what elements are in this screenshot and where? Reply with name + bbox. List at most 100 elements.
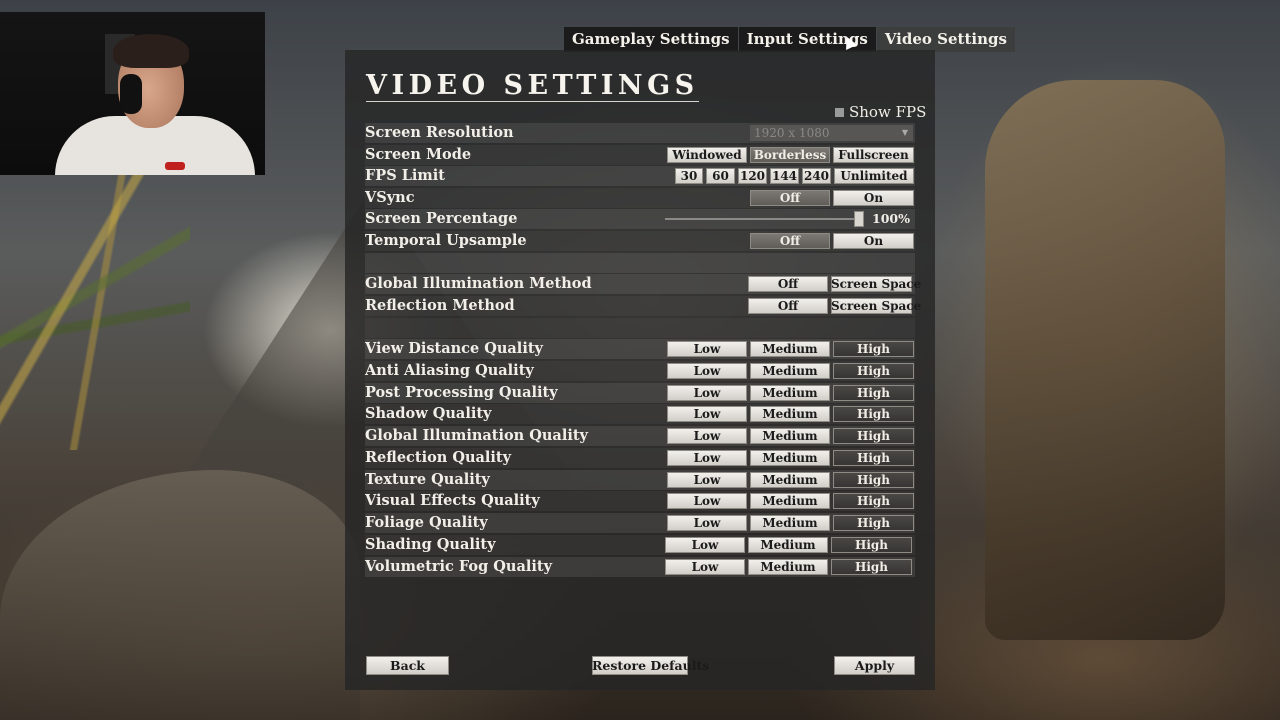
fps-limit-240-button[interactable]: 240 bbox=[802, 168, 831, 184]
screen-mode-fullscreen-button[interactable]: Fullscreen bbox=[833, 147, 914, 163]
shading-quality-high-button[interactable]: High bbox=[831, 537, 912, 553]
view-distance-quality-low-button[interactable]: Low bbox=[667, 341, 747, 357]
tab-video-settings[interactable]: Video Settings bbox=[876, 27, 1015, 52]
shading-quality-low-button[interactable]: Low bbox=[665, 537, 745, 553]
background-rock bbox=[0, 470, 360, 720]
reflection-quality-low-button[interactable]: Low bbox=[667, 450, 747, 466]
screen-percentage-label: Screen Percentage bbox=[365, 210, 518, 227]
row-volumetric-fog-quality: Volumetric Fog Quality Low Medium High bbox=[365, 557, 915, 577]
foliage-quality-label: Foliage Quality bbox=[365, 514, 488, 531]
back-button[interactable]: Back bbox=[366, 656, 449, 675]
foliage-quality-high-button[interactable]: High bbox=[833, 515, 914, 531]
screen-mode-label: Screen Mode bbox=[365, 146, 472, 163]
fps-limit-unlimited-button[interactable]: Unlimited bbox=[834, 168, 914, 184]
row-temporal-upsample: Temporal Upsample Off On bbox=[365, 231, 915, 251]
fps-limit-label: FPS Limit bbox=[365, 167, 445, 184]
row-visual-effects-quality: Visual Effects Quality Low Medium High bbox=[365, 491, 915, 511]
row-spacer bbox=[365, 253, 915, 273]
volumetric-fog-quality-low-button[interactable]: Low bbox=[665, 559, 745, 575]
row-screen-percentage: Screen Percentage 100% bbox=[365, 209, 915, 229]
vsync-on-button[interactable]: On bbox=[833, 190, 914, 206]
shadow-quality-low-button[interactable]: Low bbox=[667, 406, 747, 422]
reflection-quality-label: Reflection Quality bbox=[365, 449, 512, 466]
screen-resolution-value: 1920 x 1080 bbox=[754, 126, 830, 140]
shadow-quality-medium-button[interactable]: Medium bbox=[750, 406, 830, 422]
row-screen-mode: Screen Mode Windowed Borderless Fullscre… bbox=[365, 145, 915, 165]
apply-button[interactable]: Apply bbox=[834, 656, 915, 675]
visual-effects-quality-label: Visual Effects Quality bbox=[365, 492, 540, 509]
background-palm bbox=[0, 150, 190, 450]
screen-resolution-label: Screen Resolution bbox=[365, 124, 514, 141]
global-illumination-quality-label: Global Illumination Quality bbox=[365, 427, 588, 444]
show-fps-toggle[interactable]: Show FPS bbox=[835, 103, 926, 121]
global-illumination-quality-low-button[interactable]: Low bbox=[667, 428, 747, 444]
post-processing-quality-high-button[interactable]: High bbox=[833, 385, 914, 401]
row-view-distance-quality: View Distance Quality Low Medium High bbox=[365, 339, 915, 359]
fps-limit-30-button[interactable]: 30 bbox=[675, 168, 703, 184]
post-processing-quality-medium-button[interactable]: Medium bbox=[750, 385, 830, 401]
fps-limit-120-button[interactable]: 120 bbox=[738, 168, 767, 184]
row-shadow-quality: Shadow Quality Low Medium High bbox=[365, 404, 915, 424]
screen-percentage-slider[interactable] bbox=[665, 218, 860, 220]
reflection-quality-high-button[interactable]: High bbox=[833, 450, 914, 466]
global-illumination-quality-medium-button[interactable]: Medium bbox=[750, 428, 830, 444]
shading-quality-medium-button[interactable]: Medium bbox=[748, 537, 828, 553]
foliage-quality-medium-button[interactable]: Medium bbox=[750, 515, 830, 531]
volumetric-fog-quality-high-button[interactable]: High bbox=[831, 559, 912, 575]
screen-mode-windowed-button[interactable]: Windowed bbox=[667, 147, 747, 163]
view-distance-quality-high-button[interactable]: High bbox=[833, 341, 914, 357]
webcam-shirt-logo bbox=[165, 162, 185, 170]
row-global-illumination-quality: Global Illumination Quality Low Medium High bbox=[365, 426, 915, 446]
reflection-screen-space-button[interactable]: Screen Space bbox=[831, 298, 921, 314]
anti-aliasing-quality-low-button[interactable]: Low bbox=[667, 363, 747, 379]
headset-icon bbox=[120, 74, 142, 114]
vsync-label: VSync bbox=[365, 189, 415, 206]
texture-quality-medium-button[interactable]: Medium bbox=[750, 472, 830, 488]
restore-defaults-button[interactable]: Restore Defaults bbox=[592, 656, 709, 675]
screen-percentage-slider-handle[interactable] bbox=[854, 211, 864, 227]
visual-effects-quality-high-button[interactable]: High bbox=[833, 493, 914, 509]
view-distance-quality-medium-button[interactable]: Medium bbox=[750, 341, 830, 357]
row-reflection-method: Reflection Method Off Screen Space bbox=[365, 296, 921, 316]
texture-quality-high-button[interactable]: High bbox=[833, 472, 914, 488]
global-illumination-quality-high-button[interactable]: High bbox=[833, 428, 914, 444]
anti-aliasing-quality-high-button[interactable]: High bbox=[833, 363, 914, 379]
fps-limit-144-button[interactable]: 144 bbox=[770, 168, 799, 184]
row-fps-limit: FPS Limit 30 60 120 144 240 Unlimited bbox=[365, 166, 915, 186]
screen-percentage-value: 100% bbox=[872, 211, 910, 226]
tab-input-settings[interactable]: Input Settings bbox=[738, 27, 876, 52]
shading-quality-label: Shading Quality bbox=[365, 536, 496, 553]
view-distance-quality-label: View Distance Quality bbox=[365, 340, 543, 357]
background-statue bbox=[985, 80, 1225, 640]
fps-limit-60-button[interactable]: 60 bbox=[706, 168, 735, 184]
visual-effects-quality-low-button[interactable]: Low bbox=[667, 493, 747, 509]
temporal-upsample-off-button[interactable]: Off bbox=[750, 233, 830, 249]
webcam-person-hair bbox=[113, 34, 189, 68]
screen-mode-borderless-button[interactable]: Borderless bbox=[750, 147, 830, 163]
vsync-off-button[interactable]: Off bbox=[750, 190, 830, 206]
post-processing-quality-label: Post Processing Quality bbox=[365, 384, 558, 401]
webcam-overlay bbox=[0, 12, 265, 175]
visual-effects-quality-medium-button[interactable]: Medium bbox=[750, 493, 830, 509]
row-spacer bbox=[365, 318, 915, 338]
reflection-off-button[interactable]: Off bbox=[748, 298, 828, 314]
page-title: VIDEO SETTINGS bbox=[366, 70, 699, 102]
screen-resolution-dropdown[interactable]: 1920 x 1080 ▼ bbox=[750, 125, 913, 141]
global-illumination-off-button[interactable]: Off bbox=[748, 276, 828, 292]
anti-aliasing-quality-medium-button[interactable]: Medium bbox=[750, 363, 830, 379]
post-processing-quality-low-button[interactable]: Low bbox=[667, 385, 747, 401]
tab-gameplay-settings[interactable]: Gameplay Settings bbox=[564, 27, 738, 52]
reflection-quality-medium-button[interactable]: Medium bbox=[750, 450, 830, 466]
global-illumination-screen-space-button[interactable]: Screen Space bbox=[831, 276, 921, 292]
show-fps-checkbox[interactable] bbox=[835, 107, 844, 117]
volumetric-fog-quality-medium-button[interactable]: Medium bbox=[748, 559, 828, 575]
temporal-upsample-on-button[interactable]: On bbox=[833, 233, 914, 249]
shadow-quality-high-button[interactable]: High bbox=[833, 406, 914, 422]
texture-quality-low-button[interactable]: Low bbox=[667, 472, 747, 488]
show-fps-label: Show FPS bbox=[849, 103, 927, 121]
row-reflection-quality: Reflection Quality Low Medium High bbox=[365, 448, 915, 468]
foliage-quality-low-button[interactable]: Low bbox=[667, 515, 747, 531]
temporal-upsample-label: Temporal Upsample bbox=[365, 232, 527, 249]
reflection-method-label: Reflection Method bbox=[365, 297, 515, 314]
row-screen-resolution: Screen Resolution 1920 x 1080 ▼ bbox=[365, 123, 915, 143]
